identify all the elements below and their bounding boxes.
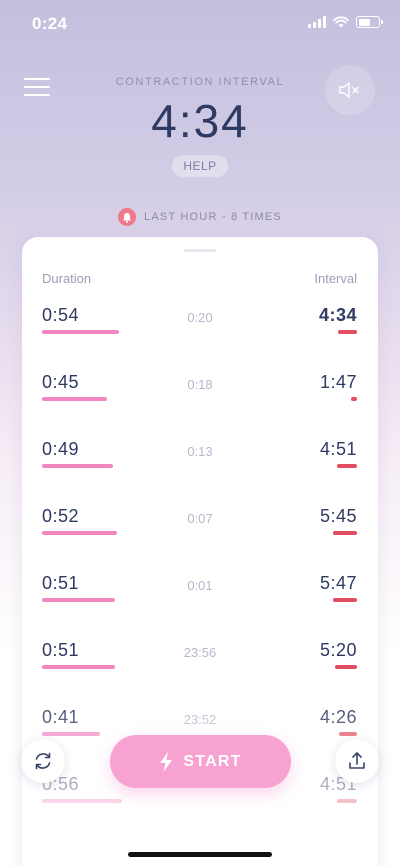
interval-bar (337, 799, 357, 803)
cellular-signal-icon (308, 16, 326, 28)
interval-value: 5:20 (319, 640, 357, 660)
interval-value: 4:51 (319, 439, 357, 459)
duration-bar (42, 397, 107, 401)
interval-value: 5:45 (319, 506, 357, 526)
contraction-row[interactable]: 0:51 0:01 5:47 (22, 573, 378, 640)
contraction-interval-value: 4:34 (151, 95, 249, 147)
interval-value: 4:34 (318, 305, 357, 325)
duration-bar (42, 665, 115, 669)
contraction-row[interactable]: 0:52 0:07 5:45 (22, 506, 378, 573)
status-icons (308, 16, 383, 28)
duration-bar (42, 330, 119, 334)
start-label: START (183, 752, 242, 770)
duration-bar (42, 531, 117, 535)
refresh-icon (35, 752, 51, 770)
home-indicator (128, 852, 272, 857)
interval-value: 1:47 (319, 372, 357, 392)
status-time: 0:24 (32, 14, 68, 33)
last-hour-summary: LAST HOUR - 8 TIMES (0, 208, 400, 226)
duration-bar (42, 598, 115, 602)
interval-bar (333, 598, 357, 602)
contraction-row[interactable]: 0:49 0:13 4:51 (22, 439, 378, 506)
help-button[interactable]: HELP (172, 155, 228, 177)
interval-bar (333, 531, 357, 535)
interval-bar (335, 665, 357, 669)
battery-icon (356, 16, 383, 28)
contraction-interval-label: CONTRACTION INTERVAL (115, 76, 285, 88)
contraction-row[interactable]: 0:45 0:18 1:47 (22, 372, 378, 439)
drag-handle[interactable] (184, 249, 216, 252)
upload-icon (349, 752, 365, 769)
duration-bar (42, 464, 113, 468)
interval-value: 4:26 (319, 707, 357, 727)
last-hour-text: LAST HOUR - 8 TIMES (144, 211, 282, 223)
duration-bar (42, 799, 122, 803)
status-bar: 0:24 (0, 0, 400, 46)
share-button[interactable] (335, 739, 379, 783)
interval-bar (339, 732, 357, 736)
contraction-row[interactable]: 0:51 23:56 5:20 (22, 640, 378, 707)
bell-icon (118, 208, 137, 226)
lightning-bolt-icon (160, 751, 173, 772)
interval-bar (351, 397, 357, 401)
wifi-icon (333, 16, 349, 28)
interval-bar (337, 464, 357, 468)
duration-bar (42, 732, 100, 736)
interval-column-header: Interval (314, 271, 357, 286)
start-button[interactable]: START (110, 735, 291, 788)
reset-button[interactable] (21, 739, 65, 783)
contraction-row[interactable]: 0:54 0:20 4:34 (22, 305, 378, 372)
interval-value: 5:47 (319, 573, 357, 593)
duration-column-header: Duration (42, 271, 92, 286)
interval-bar (338, 330, 357, 334)
